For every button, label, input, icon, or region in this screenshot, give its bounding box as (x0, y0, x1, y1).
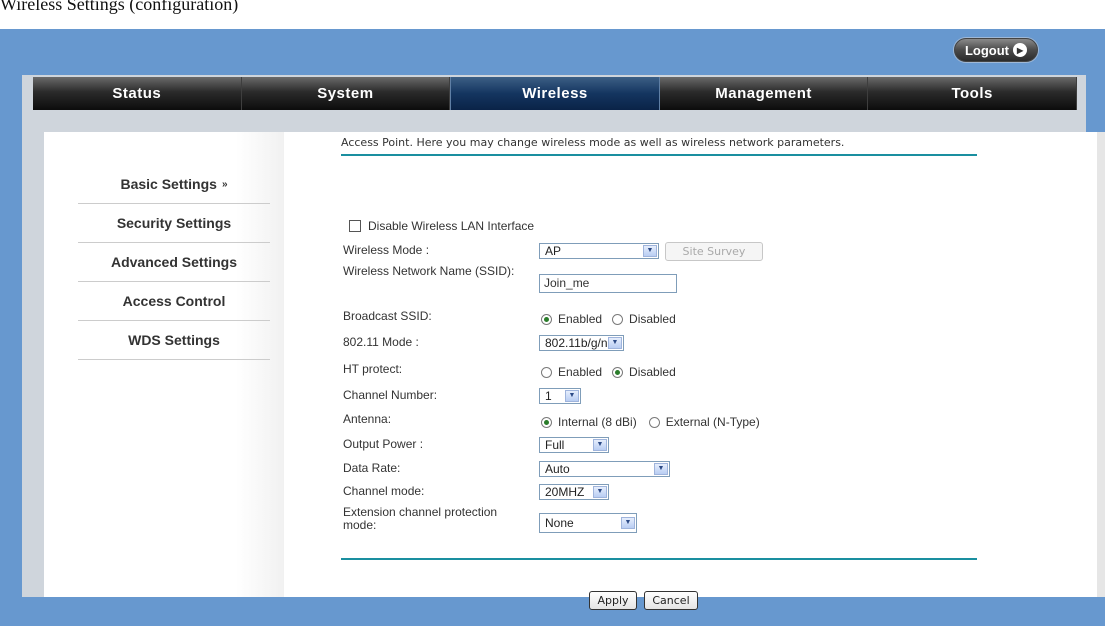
output-power-value: Full (545, 438, 565, 452)
data-rate-select[interactable]: Auto ▼ (539, 461, 670, 477)
wireless-mode-label: Wireless Mode : (343, 243, 430, 257)
mode-80211-select[interactable]: 802.11b/g/n ▼ (539, 335, 624, 351)
tab-management[interactable]: Management (660, 77, 869, 110)
channel-mode-value: 20MHZ (545, 485, 585, 499)
data-rate-value: Auto (545, 462, 570, 476)
sidebar-item-label: Advanced Settings (110, 254, 238, 270)
sidebar-item-label: WDS Settings (128, 332, 220, 348)
ht-protect-disabled-radio[interactable] (612, 366, 624, 378)
ht-protect-radio-group: Enabled Disabled (541, 365, 676, 379)
tab-tools[interactable]: Tools (868, 77, 1077, 110)
chevron-down-icon: ▼ (593, 486, 607, 498)
antenna-internal-radio[interactable] (541, 416, 552, 428)
sidebar-item-security-settings[interactable]: Security Settings (78, 204, 270, 243)
output-power-label: Output Power : (343, 437, 424, 451)
sidebar-item-basic-settings[interactable]: Basic Settings » (78, 165, 270, 204)
channel-number-label: Channel Number: (343, 388, 438, 402)
tab-wireless[interactable]: Wireless (450, 77, 660, 110)
data-rate-label: Data Rate: (343, 461, 401, 475)
ssid-input[interactable]: Join_me (539, 274, 677, 293)
chevron-down-icon: ▼ (654, 463, 668, 475)
caption-text: Wireless Settings (configuration) (0, 0, 239, 14)
ssid-label: Wireless Network Name (SSID): (343, 264, 515, 278)
disable-wlan-label: Disable Wireless LAN Interface (368, 219, 535, 233)
sidebar-item-wds-settings[interactable]: WDS Settings (78, 321, 270, 360)
broadcast-ssid-disabled-radio[interactable] (612, 313, 624, 325)
ext-channel-protection-value: None (545, 516, 574, 530)
wireless-basic-form: Access Point. Here you may change wirele… (298, 132, 1098, 610)
chevron-down-icon: ▼ (621, 517, 635, 529)
broadcast-ssid-enabled-label: Enabled (558, 312, 603, 326)
ext-channel-protection-select[interactable]: None ▼ (539, 513, 637, 533)
ht-protect-label: HT protect: (343, 362, 403, 376)
antenna-external-radio[interactable] (648, 416, 660, 428)
top-divider (341, 154, 977, 156)
mode-80211-value: 802.11b/g/n (545, 336, 608, 350)
broadcast-ssid-enabled-radio[interactable] (541, 313, 552, 325)
logout-label: Logout (964, 42, 1010, 58)
ht-protect-disabled-label: Disabled (629, 365, 676, 379)
antenna-external-label: External (N-Type) (665, 415, 760, 429)
mode-80211-label: 802.11 Mode : (343, 335, 419, 349)
ht-protect-enabled-label: Enabled (558, 365, 603, 379)
output-power-select[interactable]: Full ▼ (539, 437, 609, 453)
channel-number-select[interactable]: 1 ▼ (539, 388, 581, 404)
antenna-radio-group: Internal (8 dBi) External (N-Type) (541, 415, 760, 429)
main-nav: Status System Wireless Management Tools (33, 77, 1077, 110)
chevron-down-icon: ▼ (643, 245, 657, 257)
page-caption: Wireless Settings (configuration) (0, 0, 1105, 29)
sidebar-item-advanced-settings[interactable]: Advanced Settings (78, 243, 270, 282)
tab-system[interactable]: System (242, 77, 451, 110)
logout-button[interactable]: Logout ▶ (954, 38, 1038, 62)
disable-wlan-checkbox[interactable] (349, 220, 361, 232)
apply-button[interactable]: Apply (589, 591, 637, 610)
intro-text: Access Point. Here you may change wirele… (341, 136, 845, 149)
broadcast-ssid-label: Broadcast SSID: (343, 309, 432, 323)
site-survey-button[interactable]: Site Survey (665, 242, 763, 261)
page-scrollbar[interactable] (1097, 132, 1105, 597)
sidebar: Basic Settings » Security Settings Advan… (44, 132, 284, 597)
tab-status[interactable]: Status (33, 77, 242, 110)
sidebar-item-label: Basic Settings (120, 176, 217, 192)
broadcast-ssid-radio-group: Enabled Disabled (541, 312, 676, 326)
ht-protect-enabled-radio[interactable] (541, 366, 552, 378)
sidebar-item-access-control[interactable]: Access Control (78, 282, 270, 321)
channel-mode-label: Channel mode: (343, 484, 425, 498)
antenna-label: Antenna: (343, 412, 392, 426)
chevron-down-icon: ▼ (565, 390, 579, 402)
cancel-button[interactable]: Cancel (644, 591, 698, 610)
sidebar-item-label: Access Control (122, 293, 226, 309)
channel-number-value: 1 (545, 389, 552, 403)
ext-channel-protection-label: Extension channel protection mode: (343, 505, 498, 532)
play-circle-icon: ▶ (1013, 43, 1028, 57)
antenna-internal-label: Internal (8 dBi) (558, 415, 637, 429)
broadcast-ssid-disabled-label: Disabled (629, 312, 676, 326)
double-chevron-right-icon: » (221, 178, 228, 190)
wireless-mode-value: AP (545, 244, 562, 258)
bottom-divider (341, 558, 977, 560)
chevron-down-icon: ▼ (608, 337, 622, 349)
channel-mode-select[interactable]: 20MHZ ▼ (539, 484, 609, 500)
sidebar-item-label: Security Settings (116, 215, 232, 231)
chevron-down-icon: ▼ (593, 439, 607, 451)
wireless-mode-select[interactable]: AP ▼ (539, 243, 659, 259)
